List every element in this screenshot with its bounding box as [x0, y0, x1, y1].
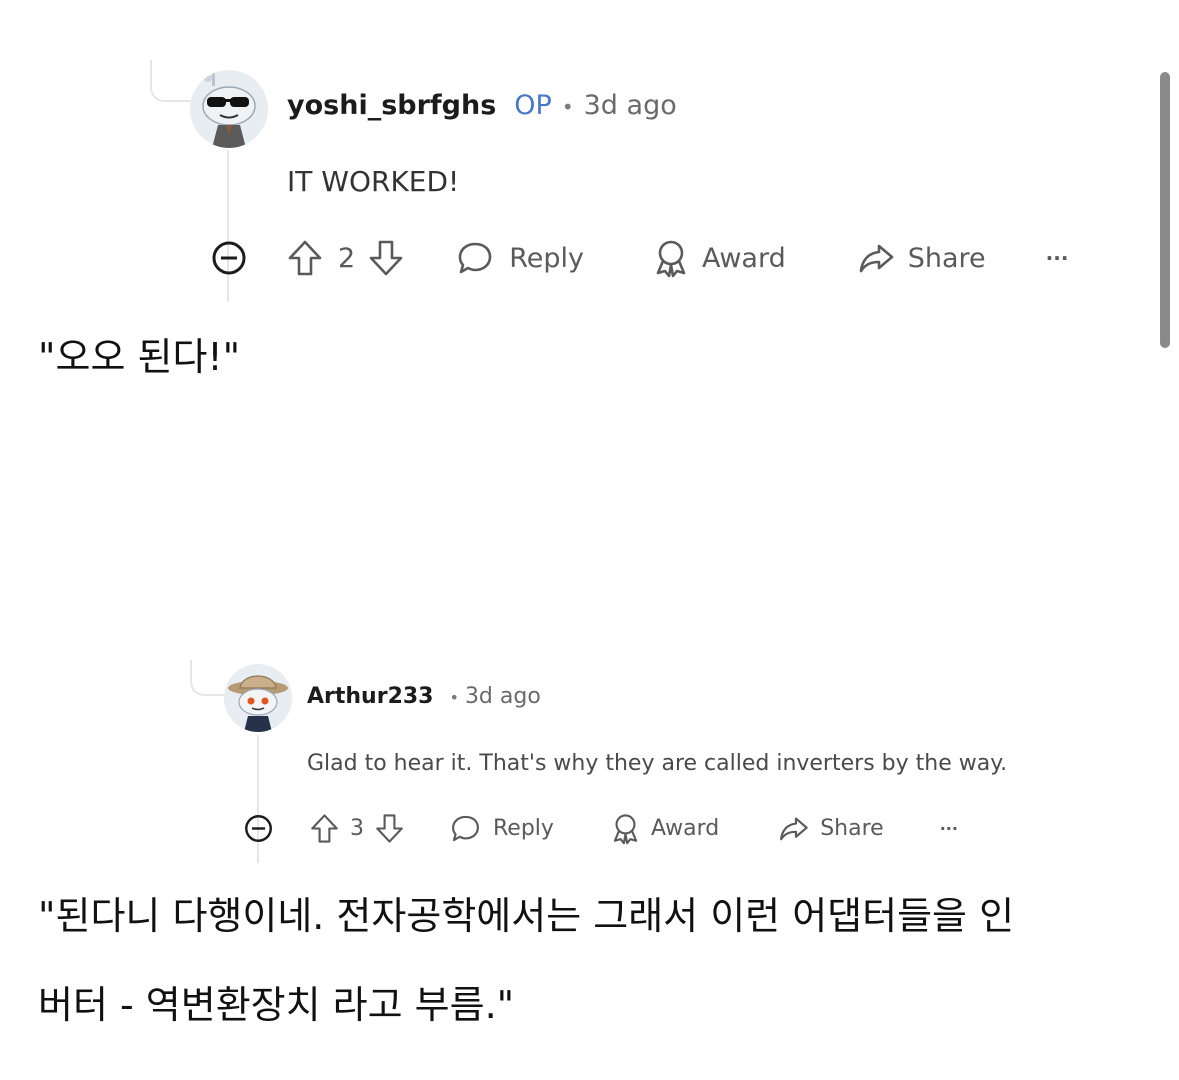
reply-bubble-icon [452, 815, 479, 841]
more-icon: ··· [939, 818, 958, 838]
caption-translation-2-line-1: "된다니 다행이네. 전자공학에서는 그래서 이런 어댑터들을 인 [38, 894, 1015, 938]
upvote-button[interactable] [286, 238, 324, 278]
timestamp[interactable]: 3d ago [584, 90, 677, 121]
award-button[interactable]: Award [652, 238, 786, 278]
share-button[interactable]: Share [856, 238, 986, 278]
comment-actions: 2 Reply Award Share ··· [210, 236, 1068, 280]
caption-translation-1: "오오 된다!" [38, 335, 241, 379]
reply-label: Reply [509, 242, 584, 274]
collapse-button[interactable] [210, 239, 248, 277]
collapse-icon [212, 241, 246, 275]
comment-meta: Arthur233 • 3d ago [307, 684, 541, 709]
award-ribbon-icon [613, 813, 638, 844]
vertical-scrollbar[interactable] [1160, 72, 1170, 348]
vote-count: 3 [350, 815, 364, 841]
reply-label: Reply [493, 815, 554, 841]
meta-separator: • [449, 688, 459, 707]
reply-button[interactable]: Reply [449, 812, 554, 845]
comment-body: Glad to hear it. That's why they are cal… [307, 751, 1008, 776]
snoo-sunglasses-icon [190, 70, 268, 148]
comment-actions: 3 Reply Award Share ··· [243, 810, 958, 846]
comment-meta: yoshi_sbrfghs OP • 3d ago [287, 90, 677, 121]
downvote-arrow-icon [369, 240, 403, 276]
downvote-button[interactable] [374, 812, 405, 845]
reply-bubble-icon [458, 242, 492, 274]
share-button[interactable]: Share [777, 812, 884, 845]
share-arrow-icon [780, 817, 808, 840]
downvote-arrow-icon [376, 813, 403, 843]
timestamp[interactable]: 3d ago [465, 684, 541, 709]
share-label: Share [820, 815, 884, 841]
award-ribbon-icon [656, 240, 686, 278]
reply-button[interactable]: Reply [455, 238, 584, 278]
op-badge: OP [514, 90, 552, 121]
share-label: Share [907, 242, 986, 274]
vote-count: 2 [338, 242, 356, 274]
user-avatar[interactable] [190, 70, 268, 148]
thread-connector [150, 60, 192, 102]
caption-translation-2-line-2: 버터 - 역변환장치 라고 부름." [38, 983, 515, 1027]
username[interactable]: Arthur233 [307, 684, 434, 709]
user-avatar[interactable] [224, 664, 292, 732]
share-arrow-icon [859, 244, 894, 273]
upvote-arrow-icon [311, 813, 338, 843]
collapse-button[interactable] [243, 813, 274, 844]
upvote-button[interactable] [309, 812, 340, 845]
username[interactable]: yoshi_sbrfghs [287, 90, 496, 121]
collapse-icon [245, 814, 272, 842]
page: yoshi_sbrfghs OP • 3d ago IT WORKED! 2 R… [0, 0, 1179, 1080]
award-label: Award [701, 242, 786, 274]
upvote-arrow-icon [288, 240, 322, 276]
snoo-hat-icon [224, 664, 292, 732]
downvote-button[interactable] [367, 238, 405, 278]
more-options-button[interactable]: ··· [1046, 246, 1069, 270]
award-label: Award [650, 815, 720, 841]
thread-connector [190, 660, 228, 696]
comment-body: IT WORKED! [287, 165, 460, 198]
meta-separator: • [561, 95, 574, 119]
more-options-button[interactable]: ··· [940, 819, 958, 838]
more-icon: ··· [1045, 246, 1069, 270]
award-button[interactable]: Award [610, 812, 719, 845]
